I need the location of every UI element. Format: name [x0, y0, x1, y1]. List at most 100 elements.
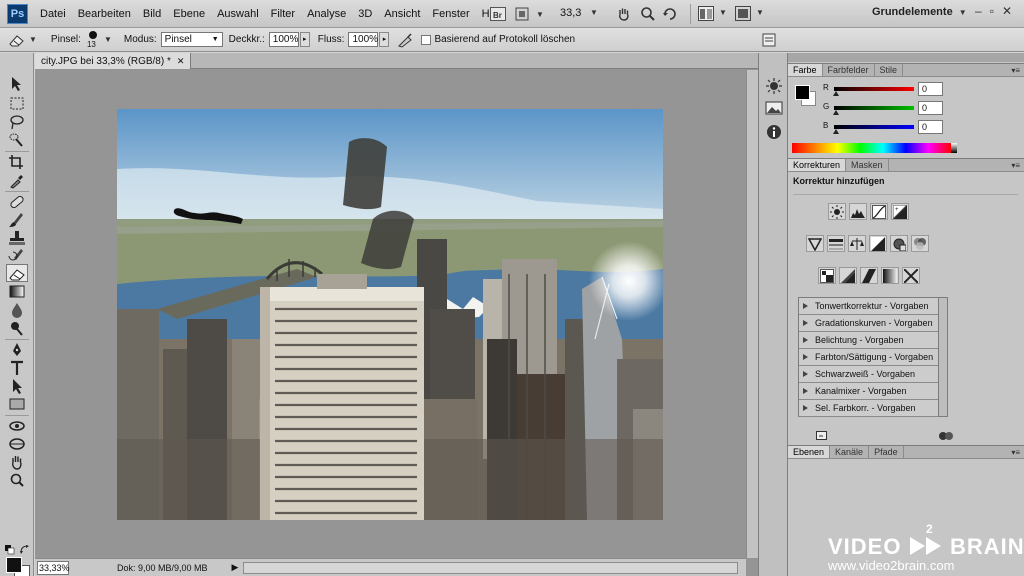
type-tool-icon[interactable]: [6, 359, 28, 377]
menu-ebene[interactable]: Ebene: [167, 0, 211, 28]
view-extras-caret[interactable]: ▼: [536, 10, 544, 19]
eraser-tool-preset-icon[interactable]: [8, 32, 26, 48]
color-spectrum-bw[interactable]: [951, 143, 957, 153]
flow-stepper[interactable]: ▸: [379, 32, 390, 47]
panel-options-icon[interactable]: [938, 431, 954, 441]
preset-channel-mixer[interactable]: Kanalmixer - Vorgaben: [799, 383, 947, 400]
history-brush-tool-icon[interactable]: [6, 247, 28, 265]
path-selection-tool-icon[interactable]: [6, 377, 28, 395]
workspace-switcher[interactable]: Grundelemente ▼: [872, 6, 973, 18]
pen-tool-icon[interactable]: [6, 341, 28, 359]
vertical-scrollbar[interactable]: [746, 70, 758, 558]
invert-button[interactable]: [818, 267, 836, 284]
preset-curves[interactable]: Gradationskurven - Vorgaben: [799, 315, 947, 332]
presets-scrollbar[interactable]: [938, 297, 948, 417]
lasso-tool-icon[interactable]: [6, 113, 28, 131]
swap-colors-icon[interactable]: [20, 545, 30, 555]
green-value-input[interactable]: 0: [918, 101, 943, 115]
dodge-tool-icon[interactable]: [6, 319, 28, 337]
tool-preset-caret[interactable]: ▼: [29, 35, 37, 44]
healing-brush-tool-icon[interactable]: [6, 193, 28, 211]
clip-to-layer-icon[interactable]: [816, 431, 830, 441]
menu-fenster[interactable]: Fenster: [426, 0, 475, 28]
airbrush-icon[interactable]: [397, 32, 415, 48]
restore-button[interactable]: ▫: [990, 4, 994, 18]
opacity-stepper[interactable]: ▸: [299, 32, 310, 47]
close-window-button[interactable]: ✕: [1002, 4, 1012, 18]
arrange-documents-icon[interactable]: [698, 6, 714, 21]
quick-selection-tool-icon[interactable]: [6, 131, 28, 149]
arrange-caret[interactable]: ▼: [719, 8, 727, 17]
brush-tool-icon[interactable]: [6, 211, 28, 229]
rectangle-tool-icon[interactable]: [6, 395, 28, 413]
image-navigator-icon[interactable]: [764, 99, 784, 117]
brush-picker[interactable]: 13: [85, 29, 101, 51]
preset-hue-saturation[interactable]: Farbton/Sättigung - Vorgaben: [799, 349, 947, 366]
menu-analyse[interactable]: Analyse: [301, 0, 352, 28]
clone-stamp-tool-icon[interactable]: [6, 229, 28, 247]
preset-levels[interactable]: Tonwertkorrektur - Vorgaben: [799, 298, 947, 315]
menu-3d[interactable]: 3D: [352, 0, 378, 28]
red-slider-track[interactable]: [834, 87, 914, 91]
bridge-button[interactable]: Br: [488, 4, 508, 24]
screen-mode-icon[interactable]: [735, 6, 751, 21]
menu-filter[interactable]: Filter: [265, 0, 301, 28]
levels-button[interactable]: [849, 203, 867, 220]
eyedropper-tool-icon[interactable]: [6, 171, 28, 189]
zoom-level-select[interactable]: 33,3 ▼: [560, 7, 604, 19]
3d-rotate-tool-icon[interactable]: [6, 417, 28, 435]
menu-datei[interactable]: Datei: [34, 0, 72, 28]
blue-value-input[interactable]: 0: [918, 120, 943, 134]
hue-saturation-button[interactable]: [827, 235, 845, 252]
preset-selective-color[interactable]: Sel. Farbkorr. - Vorgaben: [799, 400, 947, 417]
default-colors-icon[interactable]: [5, 545, 15, 555]
blue-slider-thumb[interactable]: [833, 129, 839, 134]
vibrance-button[interactable]: [806, 235, 824, 252]
brightness-contrast-button[interactable]: [828, 203, 846, 220]
color-panel-foreground-swatch[interactable]: [795, 85, 810, 100]
gradient-tool-icon[interactable]: [6, 283, 28, 301]
gradient-map-button[interactable]: [881, 267, 899, 284]
red-value-input[interactable]: 0: [918, 82, 943, 96]
screen-mode-caret[interactable]: ▼: [756, 8, 764, 17]
menu-ansicht[interactable]: Ansicht: [378, 0, 426, 28]
move-tool-icon[interactable]: [6, 75, 28, 93]
panel-menu-icon[interactable]: ▾≡: [1011, 159, 1020, 172]
3d-light-icon[interactable]: [764, 77, 784, 95]
status-menu-arrow[interactable]: ▶: [232, 562, 239, 573]
history-erase-checkbox[interactable]: [421, 34, 432, 45]
black-white-button[interactable]: [869, 235, 887, 252]
flow-input[interactable]: 100%: [348, 32, 379, 47]
tab-masken[interactable]: Masken: [846, 159, 889, 171]
brush-caret[interactable]: ▼: [104, 35, 112, 44]
tab-farbfelder[interactable]: Farbfelder: [823, 64, 875, 76]
exposure-button[interactable]: +: [891, 203, 909, 220]
rotate-view-icon[interactable]: [662, 6, 678, 22]
tab-ebenen[interactable]: Ebenen: [788, 446, 831, 458]
tab-kanaele[interactable]: Kanäle: [830, 446, 870, 458]
zoom-tool-icon[interactable]: [6, 471, 28, 489]
channel-mixer-button[interactable]: [911, 235, 929, 252]
view-extras-button[interactable]: [512, 4, 532, 24]
status-zoom-field[interactable]: 33,33%: [37, 560, 70, 575]
horizontal-scrollbar[interactable]: [243, 562, 738, 574]
3d-orbit-tool-icon[interactable]: [6, 435, 28, 453]
menu-bearbeiten[interactable]: Bearbeiten: [72, 0, 137, 28]
blur-tool-icon[interactable]: [6, 301, 28, 319]
foreground-color-swatch[interactable]: [6, 557, 22, 573]
color-spectrum-bar[interactable]: [792, 143, 951, 153]
panel-toggle-icon[interactable]: [762, 33, 776, 47]
posterize-button[interactable]: [839, 267, 857, 284]
tab-farbe[interactable]: Farbe: [788, 64, 823, 76]
tab-pfade[interactable]: Pfade: [869, 446, 904, 458]
zoom-tool-icon[interactable]: [640, 6, 656, 22]
panel-menu-icon[interactable]: ▾≡: [1011, 446, 1020, 459]
green-slider-track[interactable]: [834, 106, 914, 110]
color-balance-button[interactable]: [848, 235, 866, 252]
info-icon[interactable]: [764, 123, 784, 141]
crop-tool-icon[interactable]: [6, 153, 28, 171]
minimize-button[interactable]: –: [975, 4, 982, 18]
menu-bild[interactable]: Bild: [137, 0, 167, 28]
mode-select[interactable]: Pinsel ▼: [160, 32, 223, 47]
panel-menu-icon[interactable]: ▾≡: [1011, 64, 1020, 77]
